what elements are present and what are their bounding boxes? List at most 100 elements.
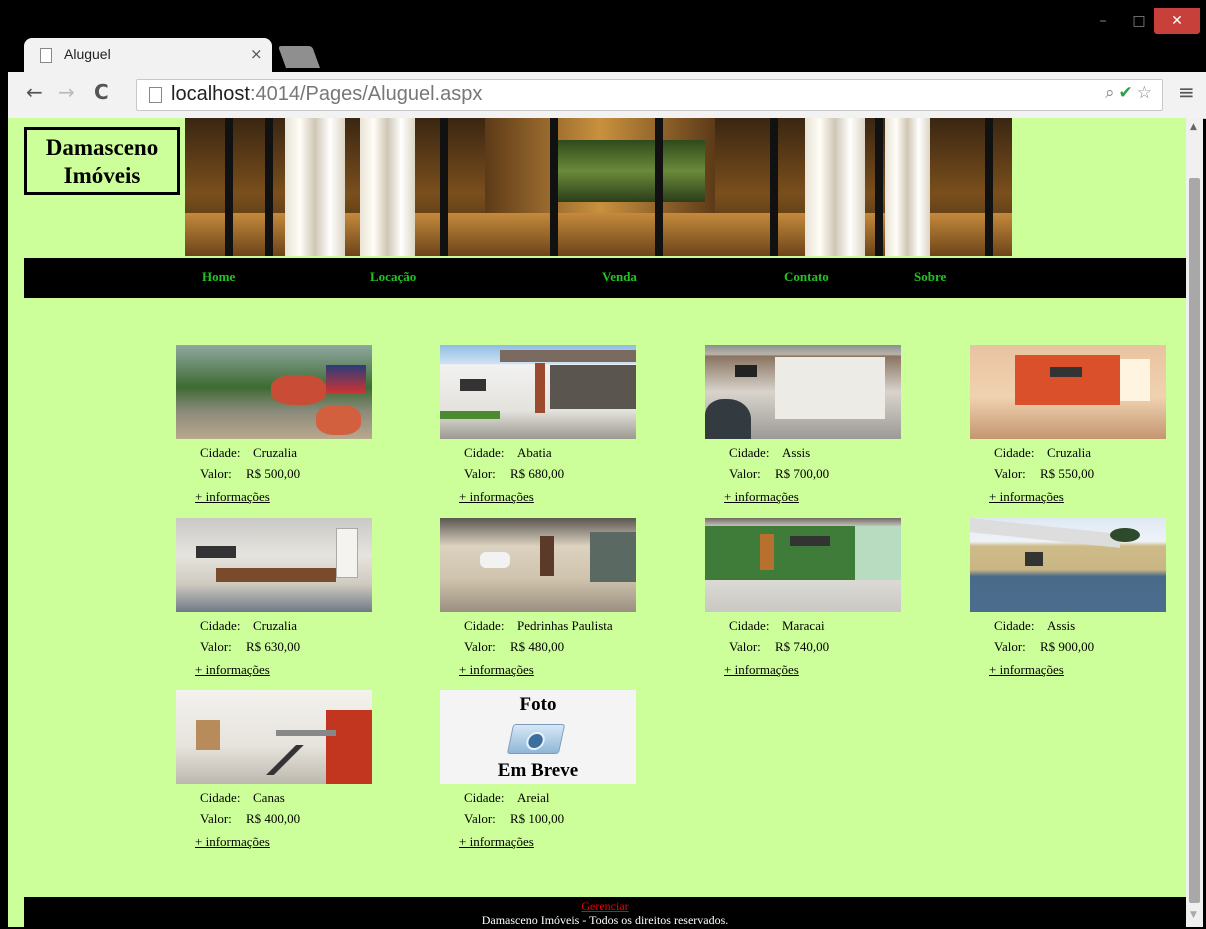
property-photo[interactable]: [705, 345, 901, 439]
page-viewport: Damasceno Imóveis Home Locação Venda Con…: [8, 118, 1186, 927]
city-value: Areial: [517, 790, 550, 805]
page-icon: [149, 87, 162, 103]
omnibox-icons: ⌕✔☆: [1105, 83, 1156, 103]
property-card: Foto Em Breve Cidade: Areial Valor: R$ 100…: [440, 690, 640, 860]
price-value: R$ 900,00: [1040, 639, 1095, 654]
reload-icon[interactable]: C: [94, 80, 109, 104]
property-photo[interactable]: [176, 690, 372, 784]
maximize-button[interactable]: □: [1126, 10, 1152, 32]
scrollbar-thumb[interactable]: [1189, 178, 1200, 903]
property-photo[interactable]: [705, 518, 901, 612]
zoom-icon[interactable]: ⌕: [1105, 83, 1119, 103]
menu-home[interactable]: Home: [202, 269, 235, 285]
value-line: Valor: R$ 400,00: [200, 811, 301, 826]
tab-close-icon[interactable]: ×: [250, 45, 263, 63]
placeholder-text-top: Foto: [519, 694, 557, 715]
property-card: Cidade: Maracai Valor: R$ 740,00 + informa…: [705, 518, 905, 688]
city-line: Cidade: Canas: [200, 790, 285, 805]
more-info-link[interactable]: + informações: [459, 489, 534, 505]
more-info-link[interactable]: + informações: [459, 662, 534, 678]
property-card: Cidade: Assis Valor: R$ 700,00 + informaçõ…: [705, 345, 905, 515]
more-info-link[interactable]: + informações: [459, 834, 534, 850]
price-value: R$ 700,00: [775, 466, 830, 481]
value-line: Valor: R$ 480,00: [464, 639, 565, 654]
more-info-link[interactable]: + informações: [989, 489, 1064, 505]
scroll-down-icon[interactable]: ▼: [1190, 910, 1197, 920]
new-tab-button[interactable]: [277, 46, 321, 68]
more-info-link[interactable]: + informações: [195, 662, 270, 678]
site-logo: Damasceno Imóveis: [24, 127, 180, 195]
header-banner-image: [185, 118, 1012, 256]
city-line: Cidade: Assis: [994, 618, 1076, 633]
property-card: Cidade: Assis Valor: R$ 900,00 + informaçõ…: [970, 518, 1170, 688]
city-value: Assis: [1047, 618, 1076, 633]
price-value: R$ 630,00: [246, 639, 301, 654]
star-icon[interactable]: ☆: [1137, 83, 1156, 103]
city-value: Canas: [253, 790, 285, 805]
logo-line-2: Imóveis: [63, 163, 141, 188]
city-line: Cidade: Cruzalia: [994, 445, 1092, 460]
url-host: localhost: [171, 83, 250, 105]
city-value: Abatia: [517, 445, 552, 460]
price-value: R$ 680,00: [510, 466, 565, 481]
photo-placeholder[interactable]: Foto Em Breve: [440, 690, 636, 784]
value-line: Valor: R$ 100,00: [464, 811, 565, 826]
city-value: Maracai: [782, 618, 825, 633]
more-info-link[interactable]: + informações: [195, 834, 270, 850]
manage-link[interactable]: Gerenciar: [24, 900, 1186, 913]
property-photo[interactable]: [176, 345, 372, 439]
value-line: Valor: R$ 740,00: [729, 639, 830, 654]
browser-menu-icon[interactable]: ≡: [1178, 80, 1195, 104]
property-photo[interactable]: [440, 345, 636, 439]
tab-aluguel[interactable]: Aluguel ×: [24, 38, 272, 72]
value-line: Valor: R$ 630,00: [200, 639, 301, 654]
more-info-link[interactable]: + informações: [989, 662, 1064, 678]
page-footer: Gerenciar Damasceno Imóveis - Todos os d…: [24, 897, 1186, 927]
close-window-button[interactable]: ✕: [1154, 8, 1200, 34]
address-bar[interactable]: localhost:4014/Pages/Aluguel.aspx ⌕✔☆: [136, 79, 1163, 111]
price-value: R$ 100,00: [510, 811, 565, 826]
menu-locacao[interactable]: Locação: [370, 269, 416, 285]
menu-venda[interactable]: Venda: [602, 269, 637, 285]
vertical-scrollbar[interactable]: ▲ ▼: [1186, 118, 1203, 927]
city-value: Pedrinhas Paulista: [517, 618, 613, 633]
placeholder-text-bottom: Em Breve: [497, 760, 579, 781]
price-value: R$ 740,00: [775, 639, 830, 654]
more-info-link[interactable]: + informações: [195, 489, 270, 505]
page-icon: [40, 48, 52, 63]
price-value: R$ 400,00: [246, 811, 301, 826]
url-text[interactable]: localhost:4014/Pages/Aluguel.aspx: [171, 83, 482, 106]
tab-title: Aluguel: [64, 46, 111, 62]
value-line: Valor: R$ 500,00: [200, 466, 301, 481]
copyright-text: Damasceno Imóveis - Todos os direitos re…: [481, 913, 729, 927]
logo-line-1: Damasceno: [45, 135, 159, 160]
more-info-link[interactable]: + informações: [724, 489, 799, 505]
price-value: R$ 480,00: [510, 639, 565, 654]
property-photo[interactable]: [970, 518, 1166, 612]
property-card: Cidade: Canas Valor: R$ 400,00 + informaçõ…: [176, 690, 376, 860]
more-info-link[interactable]: + informações: [724, 662, 799, 678]
city-value: Cruzalia: [253, 618, 298, 633]
menu-sobre[interactable]: Sobre: [914, 269, 946, 285]
property-card: Cidade: Cruzalia Valor: R$ 550,00 + inform…: [970, 345, 1170, 515]
city-line: Cidade: Assis: [729, 445, 811, 460]
property-card: Cidade: Pedrinhas Paulista Valor: R$ 480,0…: [440, 518, 640, 688]
forward-arrow-icon[interactable]: →: [58, 80, 75, 104]
menu-contato[interactable]: Contato: [784, 269, 829, 285]
city-line: Cidade: Pedrinhas Paulista: [464, 618, 613, 633]
property-photo[interactable]: [440, 518, 636, 612]
property-card: Cidade: Cruzalia Valor: R$ 630,00 + inform…: [176, 518, 376, 688]
value-line: Valor: R$ 900,00: [994, 639, 1095, 654]
property-card: Cidade: Cruzalia Valor: R$ 500,00 + inform…: [176, 345, 376, 515]
city-line: Cidade: Abatia: [464, 445, 552, 460]
city-line: Cidade: Maracai: [729, 618, 825, 633]
minimize-button[interactable]: –: [1090, 10, 1116, 32]
scroll-up-icon[interactable]: ▲: [1190, 122, 1197, 132]
window-titlebar: – □ ✕ Aluguel ×: [0, 0, 1206, 78]
back-arrow-icon[interactable]: ←: [26, 80, 43, 104]
property-photo[interactable]: [176, 518, 372, 612]
check-icon[interactable]: ✔: [1119, 83, 1137, 103]
property-photo[interactable]: [970, 345, 1166, 439]
city-line: Cidade: Cruzalia: [200, 445, 298, 460]
city-value: Assis: [782, 445, 811, 460]
